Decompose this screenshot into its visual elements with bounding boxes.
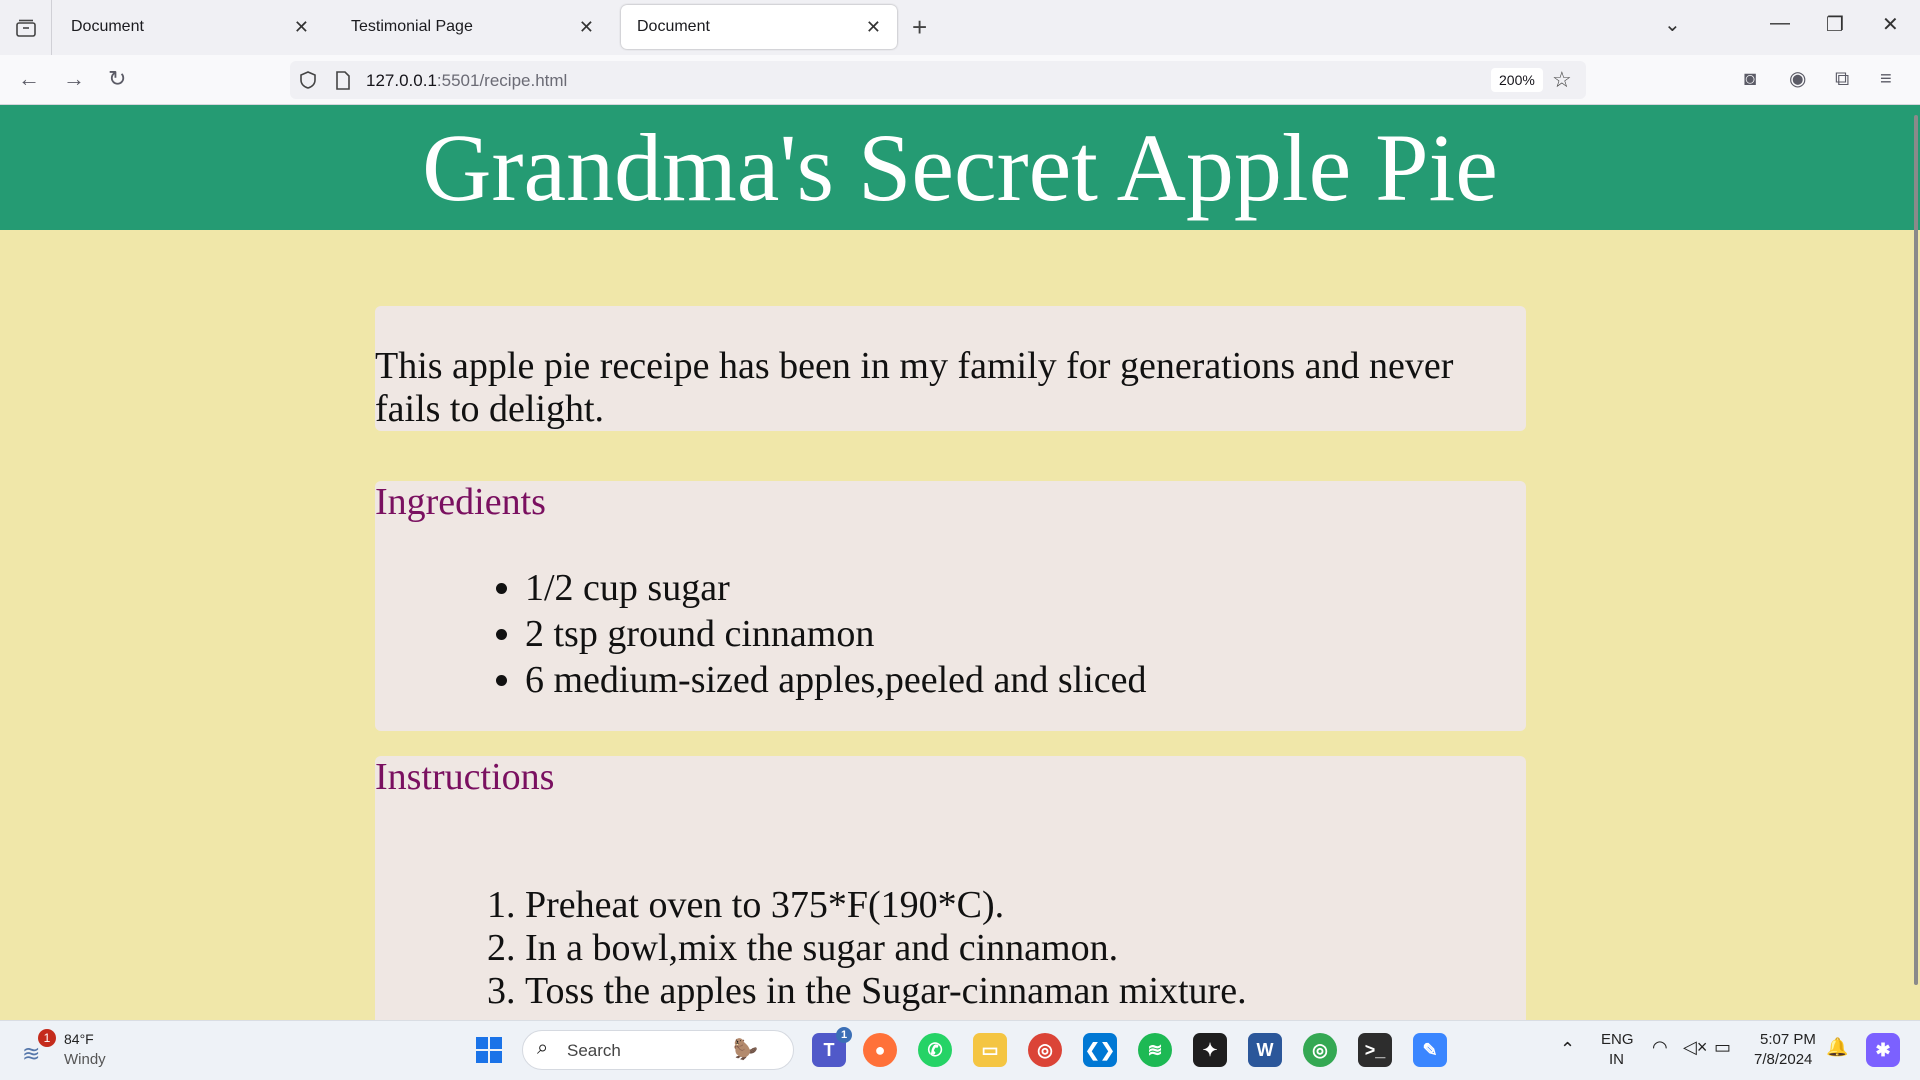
header-banner: Grandma's Secret Apple Pie <box>0 105 1920 230</box>
weather-desc: Windy <box>64 1051 106 1068</box>
list-item: 1/2 cup sugar <box>525 565 1526 611</box>
search-label: Search <box>567 1041 621 1060</box>
search-icon: ⌕ <box>537 1037 549 1059</box>
wifi-icon[interactable]: ◠ <box>1652 1037 1668 1058</box>
weather-badge: 1 <box>38 1029 56 1047</box>
volume-muted-icon[interactable]: ◁× <box>1683 1037 1707 1058</box>
teams-icon[interactable]: T1 <box>812 1027 852 1067</box>
page-icon <box>336 71 350 90</box>
instructions-heading: Instructions <box>375 756 555 798</box>
search-highlight-icon: 🦫 <box>733 1039 758 1061</box>
copilot-icon[interactable]: ✱ <box>1866 1033 1900 1067</box>
shield-icon[interactable] <box>298 70 318 90</box>
address-bar[interactable]: 127.0.0.1:5501/recipe.html 200% ☆ <box>290 61 1586 99</box>
reload-icon[interactable]: ↻ <box>108 68 126 90</box>
list-item: 6 medium-sized apples,peeled and sliced <box>525 657 1526 703</box>
notification-bell-icon[interactable]: 🔔 <box>1826 1037 1848 1058</box>
url-host: 127.0.0.1 <box>366 71 437 90</box>
zoom-level-badge[interactable]: 200% <box>1491 68 1543 92</box>
restore-icon[interactable]: ❐ <box>1826 12 1844 37</box>
instructions-list: Preheat oven to 375*F(190*C). In a bowl,… <box>375 884 1526 1013</box>
instructions-card: Instructions Preheat oven to 375*F(190*C… <box>375 756 1526 1020</box>
whatsapp-icon[interactable]: ✆ <box>918 1033 952 1067</box>
new-tab-button[interactable]: + <box>912 12 927 42</box>
chrome-profile-icon[interactable]: ◎ <box>1303 1033 1337 1067</box>
tab-overview-button[interactable] <box>0 0 52 55</box>
forward-arrow-icon[interactable]: → <box>63 68 85 90</box>
chrome-icon[interactable]: ◎ <box>1028 1033 1062 1067</box>
word-icon[interactable]: W <box>1248 1033 1282 1067</box>
file-explorer-icon[interactable]: ▭ <box>973 1033 1007 1067</box>
tab-title: Document <box>71 18 144 35</box>
taskbar-search[interactable]: ⌕ Search 🦫 <box>522 1030 794 1070</box>
firefox-icon[interactable]: ● <box>863 1033 897 1067</box>
close-icon[interactable]: ✕ <box>294 17 309 38</box>
spotify-icon[interactable]: ≋ <box>1138 1033 1172 1067</box>
intro-text: This apple pie receipe has been in my fa… <box>375 345 1454 430</box>
url-text: 127.0.0.1:5501/recipe.html <box>366 71 567 91</box>
pocket-icon[interactable]: ◙ <box>1744 68 1756 90</box>
tab-document-active[interactable]: Document ✕ <box>621 5 897 49</box>
ingredients-heading: Ingredients <box>375 481 546 523</box>
list-item: Preheat oven to 375*F(190*C). <box>525 884 1526 927</box>
paint-icon[interactable]: ✎ <box>1413 1033 1447 1067</box>
clock-time[interactable]: 5:07 PM <box>1760 1031 1816 1048</box>
vscode-icon[interactable]: ❮❯ <box>1083 1033 1117 1067</box>
clock-date[interactable]: 7/8/2024 <box>1754 1051 1812 1068</box>
terminal-icon[interactable]: >_ <box>1358 1033 1392 1067</box>
tab-list-icon <box>15 19 36 37</box>
account-icon[interactable]: ◉ <box>1789 68 1806 90</box>
list-item: 2 tsp ground cinnamon <box>525 611 1526 657</box>
weather-temp: 84°F <box>64 1031 94 1047</box>
list-item: Toss the apples in the Sugar-cinnaman mi… <box>525 970 1526 1013</box>
figma-icon[interactable]: ✦ <box>1193 1033 1227 1067</box>
teams-badge: 1 <box>836 1027 852 1043</box>
tab-document-1[interactable]: Document ✕ <box>55 5 325 49</box>
back-arrow-icon[interactable]: ← <box>18 68 40 90</box>
menu-icon[interactable]: ≡ <box>1880 68 1892 90</box>
language-line2[interactable]: IN <box>1609 1051 1624 1068</box>
url-path: :5501/recipe.html <box>436 71 568 90</box>
page-viewport: Grandma's Secret Apple Pie This apple pi… <box>0 105 1920 1020</box>
list-item: In a bowl,mix the sugar and cinnamon. <box>525 927 1526 970</box>
tab-testimonial[interactable]: Testimonial Page ✕ <box>335 5 610 49</box>
chevron-up-icon[interactable]: ⌃ <box>1560 1039 1575 1060</box>
ingredients-list: 1/2 cup sugar 2 tsp ground cinnamon 6 me… <box>375 565 1526 703</box>
intro-card: This apple pie receipe has been in my fa… <box>375 306 1526 431</box>
battery-icon[interactable]: ▭ <box>1714 1037 1731 1058</box>
tab-title: Testimonial Page <box>351 18 473 35</box>
minimize-icon[interactable]: — <box>1770 12 1790 35</box>
page-scrollbar[interactable] <box>1914 115 1918 985</box>
navigation-bar: ← → ↻ 127.0.0.1:5501/recipe.html 200% ☆ … <box>0 55 1920 105</box>
extensions-icon[interactable]: ⧉ <box>1835 68 1849 90</box>
weather-widget[interactable]: ≋ 1 84°F Windy <box>20 1029 120 1073</box>
ingredients-card: Ingredients 1/2 cup sugar 2 tsp ground c… <box>375 481 1526 731</box>
close-icon[interactable]: ✕ <box>866 17 881 38</box>
page-title: Grandma's Secret Apple Pie <box>422 114 1498 221</box>
language-line1[interactable]: ENG <box>1601 1031 1634 1048</box>
close-window-icon[interactable]: ✕ <box>1882 12 1899 37</box>
chevron-down-icon[interactable]: ⌄ <box>1664 12 1681 37</box>
wind-icon: ≋ <box>22 1041 41 1066</box>
tab-strip: Document ✕ Testimonial Page ✕ Document ✕… <box>0 0 1920 55</box>
taskbar: ≋ 1 84°F Windy ⌕ Search 🦫 T1 ● ✆ ▭ ◎ ❮❯ … <box>0 1020 1920 1080</box>
tab-title: Document <box>637 18 710 35</box>
windows-start-icon[interactable] <box>472 1033 506 1067</box>
close-icon[interactable]: ✕ <box>579 17 594 38</box>
star-icon[interactable]: ☆ <box>1552 67 1572 93</box>
